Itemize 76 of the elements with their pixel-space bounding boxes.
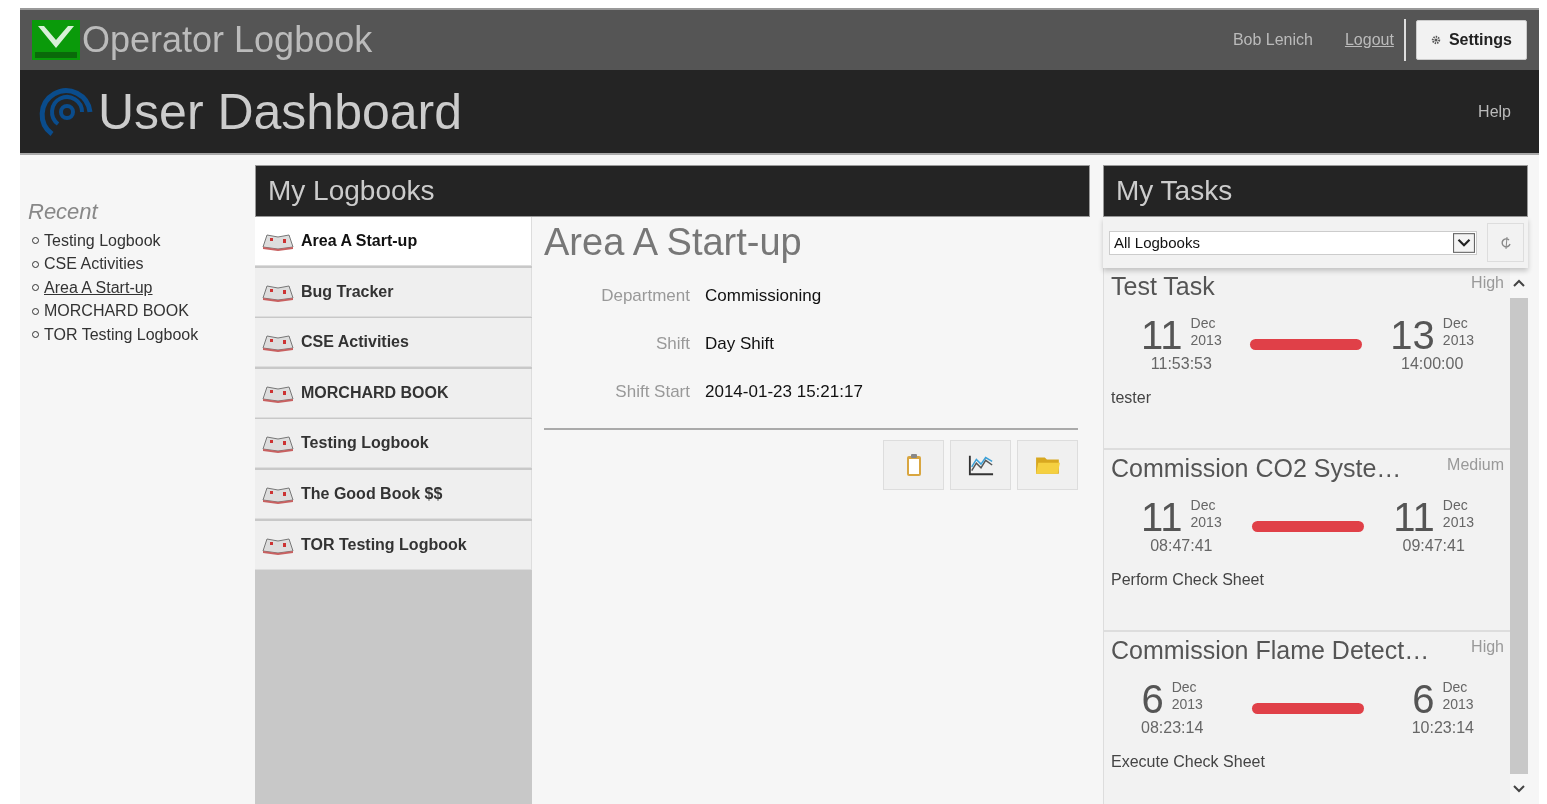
field-label: Department — [600, 286, 690, 306]
date-day: 13 — [1390, 315, 1435, 355]
book-icon — [261, 433, 295, 454]
recent-link[interactable]: CSE Activities — [44, 255, 144, 274]
date-year: 2013 — [1190, 331, 1222, 349]
panel-title: My Logbooks — [268, 175, 435, 207]
settings-button[interactable]: Settings — [1415, 20, 1527, 60]
task-priority: High — [1471, 637, 1504, 656]
field-label: Shift — [654, 334, 690, 354]
app-title: Operator Logbook — [82, 19, 373, 61]
recent-heading: Recent — [28, 199, 100, 225]
date-month: Dec — [1171, 679, 1198, 696]
gear-icon — [1430, 35, 1441, 45]
field-value: 2014-01-23 15:21:17 — [705, 382, 864, 402]
clipboard-button[interactable] — [883, 440, 944, 490]
scrollbar[interactable] — [1510, 268, 1528, 804]
date-day: 11 — [1393, 497, 1435, 537]
logbook-title: Area A Start-up — [544, 221, 803, 264]
field-value: Day Shift — [705, 334, 775, 354]
date-time: 09:47:41 — [1402, 537, 1465, 555]
task-priority: Medium — [1447, 455, 1504, 474]
logbook-item[interactable]: Testing Logbook — [255, 419, 532, 469]
logbook-item[interactable]: Bug Tracker — [255, 267, 532, 317]
scroll-up-icon[interactable] — [1512, 278, 1526, 288]
chart-button[interactable] — [950, 440, 1011, 490]
task-description: tester — [1111, 389, 1152, 407]
recent-link[interactable]: TOR Testing Logbook — [44, 325, 199, 344]
book-icon — [261, 231, 295, 251]
caret-icon — [1453, 232, 1475, 253]
refresh-button[interactable] — [1487, 223, 1524, 262]
date-year: 2013 — [1171, 695, 1203, 713]
page-title: User Dashboard — [98, 82, 463, 141]
date-month: Dec — [1442, 315, 1469, 332]
date-year: 2013 — [1442, 695, 1474, 713]
panel-title: My Tasks — [1116, 175, 1233, 207]
field-value: Commissioning — [705, 286, 823, 306]
book-icon — [261, 332, 295, 353]
logbook-dropdown[interactable]: All Logbooks — [1109, 230, 1477, 255]
recent-link[interactable]: Area A Start-up — [44, 278, 153, 297]
date-time: 08:47:41 — [1150, 537, 1213, 555]
recent-link[interactable]: MORCHARD BOOK — [44, 302, 189, 321]
date-time: 14:00:00 — [1401, 355, 1464, 373]
logbook-item[interactable]: CSE Activities — [255, 318, 532, 368]
date-day: 6 — [1412, 679, 1435, 719]
logo-icon — [32, 20, 80, 60]
task-title: Commission CO2 Syste… — [1111, 454, 1402, 483]
task-title: Test Task — [1111, 272, 1215, 301]
date-year: 2013 — [1442, 331, 1474, 349]
date-year: 2013 — [1442, 513, 1474, 531]
folder-button[interactable] — [1017, 440, 1078, 490]
date-time: 11:53:53 — [1150, 355, 1212, 373]
scroll-down-icon[interactable] — [1512, 784, 1526, 794]
task-title: Commission Flame Detect… — [1111, 636, 1430, 665]
date-year: 2013 — [1190, 513, 1222, 531]
logbook-item[interactable]: TOR Testing Logbook — [255, 520, 532, 570]
date-day: 6 — [1141, 679, 1164, 719]
date-day: 11 — [1141, 497, 1183, 537]
logbook-item[interactable]: MORCHARD BOOK — [255, 368, 532, 418]
date-month: Dec — [1442, 497, 1469, 514]
line-chart-icon — [967, 453, 994, 477]
help-link[interactable]: Help — [1478, 102, 1511, 121]
field-label: Shift Start — [614, 382, 690, 402]
logout-link[interactable]: Logout — [1344, 31, 1394, 49]
logbook-item[interactable]: Area A Start-up — [255, 217, 532, 266]
date-time: 10:23:14 — [1411, 719, 1474, 737]
recent-link[interactable]: Testing Logbook — [44, 231, 161, 250]
task-description: Execute Check Sheet — [1111, 753, 1266, 771]
date-month: Dec — [1442, 679, 1469, 696]
user-name: Bob Lenich — [1232, 31, 1313, 49]
date-day: 11 — [1141, 315, 1183, 355]
date-month: Dec — [1190, 315, 1217, 332]
date-month: Dec — [1190, 497, 1217, 514]
task-priority: High — [1471, 273, 1504, 292]
logbook-item[interactable]: The Good Book $$ — [255, 469, 532, 519]
date-time: 08:23:14 — [1141, 719, 1204, 737]
task-description: Perform Check Sheet — [1111, 571, 1265, 589]
